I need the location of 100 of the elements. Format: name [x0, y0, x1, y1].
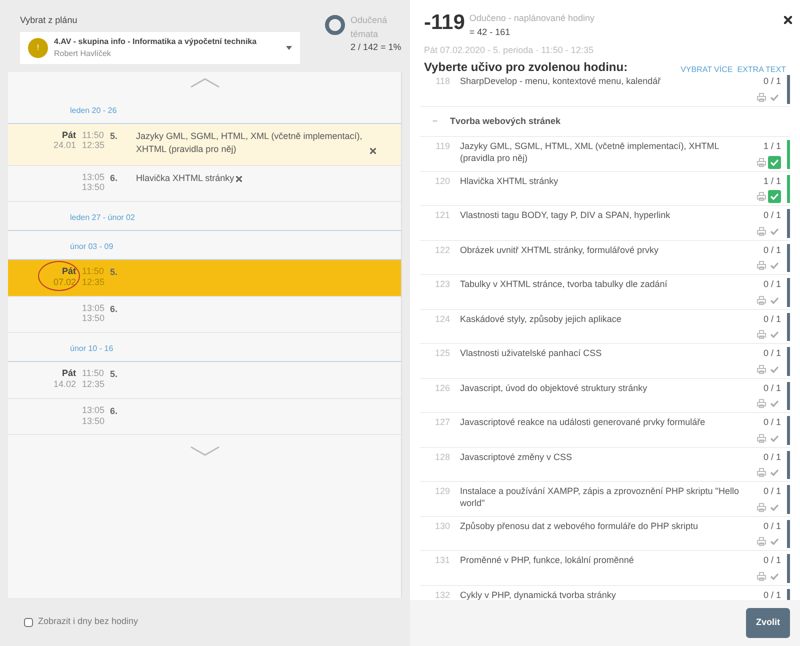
topic-count: 0 / 1 [763, 554, 781, 567]
topic-text: SharpDevelop - menu, kontextové menu, kalendář [460, 75, 662, 88]
lesson-end: 13:50 [82, 182, 104, 194]
topic-number: 119 [434, 140, 451, 153]
topic-count: 0 / 1 [763, 520, 781, 532]
topic-text: Způsoby přenosu dat z webového formuláře do PHP skriptu [460, 520, 699, 533]
plan-select[interactable]: ! 4.AV - skupina info - Informatika a výpočetní technika Robert Havlíček [20, 32, 300, 64]
lesson-start: 13:05 [82, 404, 104, 416]
lesson-period: 6. [110, 404, 119, 418]
show-empty-days-label: Zobrazit i dny bez hodiny [38, 615, 138, 628]
topic-number: 130 [434, 520, 451, 532]
topic-row[interactable]: 128 Javascriptové změny v CSS 0 / 1 [420, 448, 790, 482]
lesson-row[interactable]: 13:05 13:50 6. [8, 296, 401, 334]
balance-formula: = 42 - 161 [469, 26, 512, 38]
topic-row[interactable]: 127 Javascriptové reakce na události generované prvky formuláře 0 / 1 [420, 413, 790, 448]
topic-count: 0 / 1 [763, 450, 781, 464]
topic-count: 0 / 1 [763, 278, 781, 291]
lesson-start: 11:50 [82, 266, 104, 277]
topic-count: 0 / 1 [763, 485, 781, 498]
topic-row[interactable]: 120 Hlavička XHTML stránky 1 / 1 [420, 172, 790, 206]
topic-row[interactable]: 121 Vlastnosti tagu BODY, tagy P, DIV a SPAN, hyperlink 0 / 1 [420, 206, 790, 240]
submit-button[interactable]: Zvolit [746, 608, 790, 638]
plan-title: 4.AV - skupina info - Informatika a výpočetní technika [54, 36, 258, 48]
topic-row[interactable]: 124 Kaskádové styly, způsoby jejich aplikace 0 / 1 [420, 310, 790, 344]
lesson-row[interactable]: Pát 24.01 11:50 12:35 5. Jazyky GML, SGML, HTML, XML (včetně implementací), XHTML (pravidla pro něj) [8, 124, 401, 166]
topic-number: 121 [434, 209, 451, 222]
topic-text: Obrázek uvnitř XHTML stránky, formulářové prvky [460, 244, 660, 257]
topic-text: Proměnné v PHP, funkce, lokální proměnné [460, 554, 635, 567]
topic-number: 120 [434, 174, 451, 188]
print-icon[interactable] [756, 192, 766, 201]
lesson-end: 12:35 [82, 379, 104, 390]
print-icon[interactable] [756, 399, 766, 408]
lesson-row[interactable]: Pát 14.02 11:50 12:35 5. [8, 362, 401, 399]
chevron-down-icon[interactable] [190, 446, 220, 456]
lesson-end: 13:50 [82, 416, 104, 426]
print-icon[interactable] [756, 296, 766, 304]
topic-number: 126 [434, 382, 451, 394]
balance-label: Odučeno - naplánované hodiny [469, 12, 594, 25]
lesson-start: 13:05 [82, 302, 104, 314]
topic-row[interactable]: 125 Vlastnosti uživatelské panhací CSS 0 / 1 [420, 344, 790, 378]
topic-row[interactable]: 130 Způsoby přenosu dat z webového formuláře do PHP skriptu 0 / 1 [420, 516, 790, 551]
lesson-day: Pát [8, 368, 76, 380]
topic-count: 1 / 1 [763, 174, 781, 188]
print-icon[interactable] [756, 158, 766, 166]
topic-row[interactable]: 118 SharpDevelop - menu, kontextové menu, kalendář 0 / 1 [420, 72, 790, 106]
topic-count: 0 / 1 [763, 588, 781, 600]
chevron-up-icon[interactable] [190, 78, 220, 88]
topic-row[interactable]: 131 Proměnné v PHP, funkce, lokální proměnné 0 / 1 [420, 551, 790, 586]
lesson-start: 11:50 [82, 368, 104, 380]
checked-toggle[interactable] [768, 156, 781, 168]
dropdown-caret-icon [286, 46, 292, 50]
print-icon[interactable] [756, 434, 766, 442]
print-icon[interactable] [756, 572, 766, 580]
topic-text: Javascriptové reakce na události generované prvky formuláře [460, 416, 706, 429]
topic-row[interactable]: 123 Tabulky v XHTML stránce, tvorba tabulky dle zadání 0 / 1 [420, 275, 790, 310]
progress-label: Odučená témata [350, 14, 388, 40]
print-icon[interactable] [756, 261, 766, 270]
topic-text: Instalace a používání XAMPP, zápis a zprovoznění PHP skriptu "Hello world" [460, 485, 740, 510]
topic-count: 0 / 1 [763, 209, 781, 222]
topic-text: Vlastnosti tagu BODY, tagy P, DIV a SPAN, hyperlink [460, 209, 672, 222]
topic-text: Tabulky v XHTML stránce, tvorba tabulky dle zadání [460, 278, 668, 291]
print-icon[interactable] [756, 537, 766, 546]
topic-number: 127 [434, 416, 451, 429]
ring-icon [324, 14, 346, 36]
topic-number: 118 [434, 75, 451, 88]
print-icon[interactable] [756, 226, 766, 236]
topic-row[interactable]: 129 Instalace a používání XAMPP, zápis a zprovoznění PHP skriptu "Hello world" 0 / 1 [420, 482, 790, 516]
topic-row[interactable]: 122 Obrázek uvnitř XHTML stránky, formulářové prvky 0 / 1 [420, 240, 790, 275]
checked-toggle[interactable] [768, 190, 781, 203]
print-icon[interactable] [756, 330, 766, 339]
lesson-day: Pát [8, 266, 76, 277]
topic-count: 0 / 1 [763, 244, 781, 256]
lesson-period: 5. [110, 130, 119, 142]
remove-icon[interactable] [236, 176, 242, 182]
show-empty-days-checkbox[interactable] [24, 618, 33, 626]
lesson-period: 6. [110, 302, 119, 316]
remove-icon[interactable] [370, 148, 376, 154]
lesson-row[interactable]: 13:05 13:50 6. [8, 398, 401, 436]
topic-row[interactable]: 126 Javascript, úvod do objektové struktury stránky 0 / 1 [420, 378, 790, 413]
print-icon[interactable] [756, 364, 766, 374]
print-icon[interactable] [756, 92, 766, 102]
print-icon[interactable] [756, 468, 766, 477]
topic-count: 0 / 1 [763, 75, 781, 88]
topic-text: Kaskádové styly, způsoby jejich aplikace [460, 312, 622, 326]
lesson-period: 6. [110, 172, 119, 184]
lesson-row[interactable]: Pát 07.02 11:50 12:35 5. [8, 260, 401, 297]
topic-number: 131 [434, 554, 451, 567]
plan-label: Vybrat z plánu [20, 14, 78, 27]
topic-text: Cykly v PHP, dynamická tvorba stránky [460, 588, 617, 600]
section-header[interactable]: − Tvorba webových stránek [420, 106, 790, 137]
topic-count: 0 / 1 [763, 312, 781, 326]
teacher-name: Robert Havlíček [54, 48, 112, 60]
lesson-end: 12:35 [82, 276, 104, 288]
topic-text: Vlastnosti uživatelské panhací CSS [460, 347, 603, 360]
lesson-start: 13:05 [82, 172, 104, 182]
print-icon[interactable] [756, 502, 766, 512]
topic-row[interactable]: 119 Jazyky GML, SGML, HTML, XML (včetně implementací), XHTML (pravidla pro něj) 1 / 1 [420, 137, 790, 172]
close-icon[interactable] [784, 16, 792, 24]
lesson-row[interactable]: 13:05 13:50 6. Hlavička XHTML stránky [8, 166, 401, 202]
lesson-day: Pát [8, 130, 76, 140]
